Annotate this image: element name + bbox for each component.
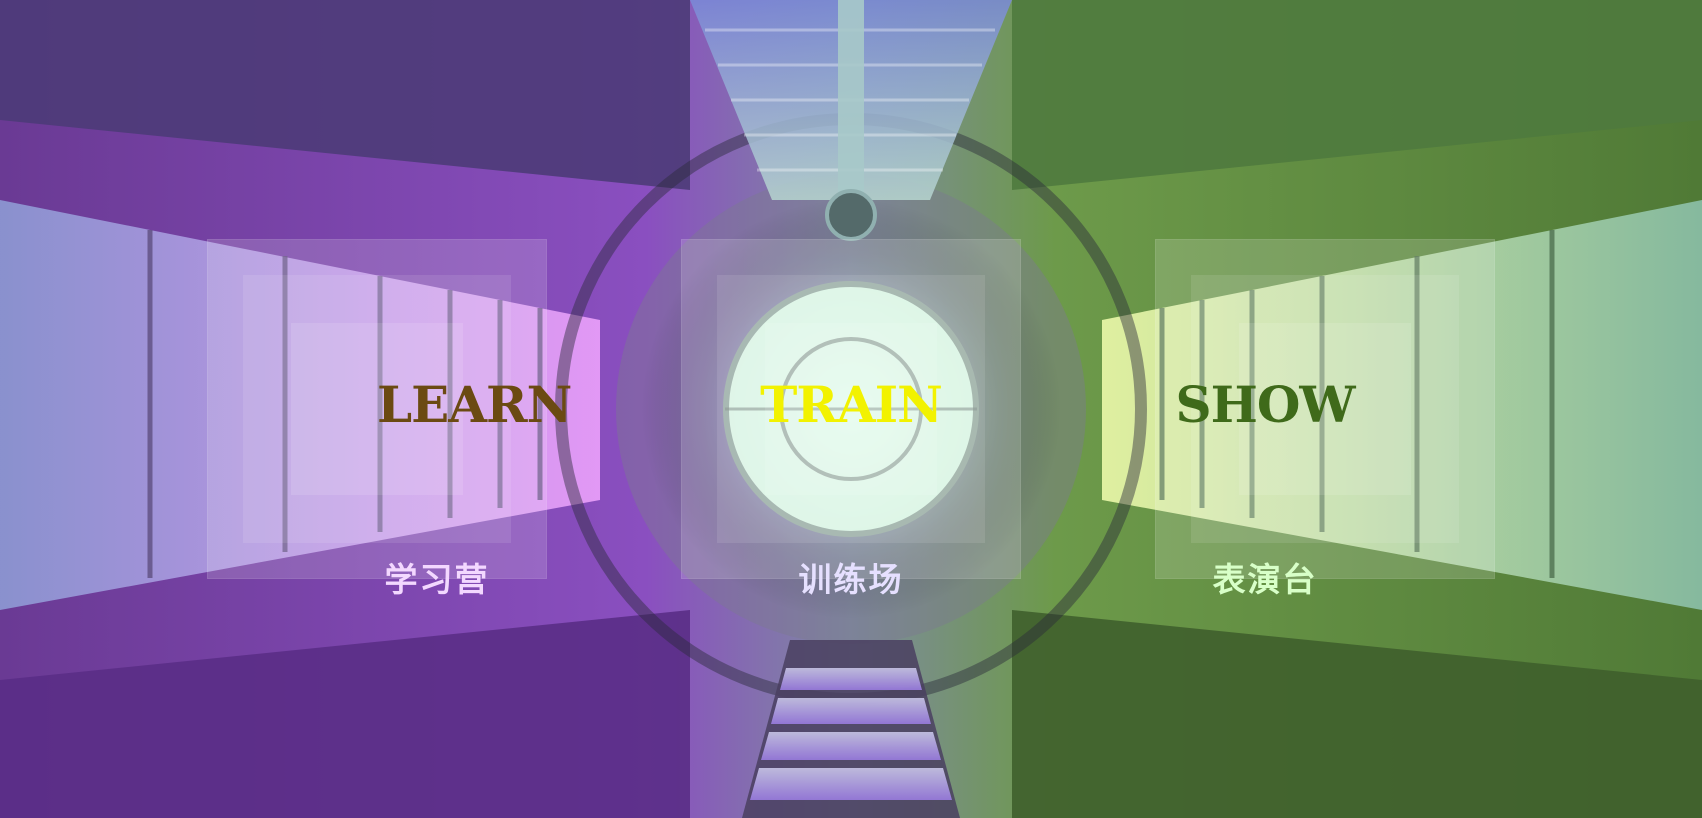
learn-subtitle: 学习营: [384, 560, 490, 599]
learn-menu-button[interactable]: LEARN 学习营: [207, 239, 572, 599]
train-subtitle: 训练场: [798, 560, 904, 599]
show-subtitle: 表演台: [1212, 560, 1318, 599]
ceiling-pipe: [838, 0, 864, 215]
learn-label: LEARN: [377, 375, 572, 434]
show-label: SHOW: [1175, 375, 1355, 434]
show-menu-button[interactable]: SHOW 表演台: [1155, 239, 1495, 599]
train-label: TRAIN: [760, 375, 943, 434]
game-scene: LEARN 学习营 TRAIN 训练场 SHOW 表演台: [0, 0, 1702, 818]
ceiling-lamp: [825, 189, 877, 241]
train-menu-button[interactable]: TRAIN 训练场: [681, 239, 1021, 599]
